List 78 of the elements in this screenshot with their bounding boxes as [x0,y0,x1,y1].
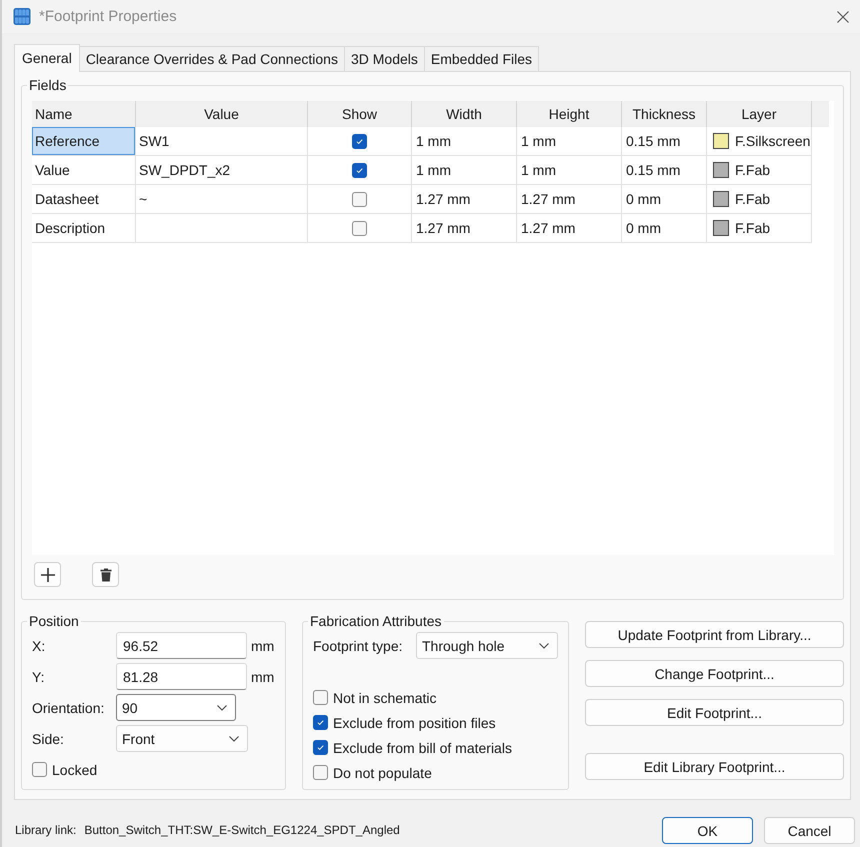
chip-icon [13,8,31,25]
table-cell: SW_DPDT_x2 [136,156,308,185]
checkbox[interactable] [352,192,367,206]
text-field[interactable]: 81.28 [116,663,247,690]
field-label: Footprint type: [313,638,404,654]
column-header[interactable]: Value [136,101,308,127]
unit-label: mm [251,638,274,654]
add-button[interactable] [34,562,61,587]
table-cell: Datasheet [32,185,136,214]
checkbox[interactable] [352,220,367,236]
combo-box[interactable]: 90 [116,694,236,721]
checkbox[interactable] [32,762,47,777]
window-title: *Footprint Properties [39,8,177,25]
table-cell: Reference [32,127,136,156]
table-cell: ~ [136,185,308,214]
table-cell: 1.27 mm [412,185,517,214]
table-cell: 1 mm [412,156,517,185]
checkbox-label: Exclude from bill of materials [333,740,512,756]
chevron-down-icon [539,642,549,648]
action-button[interactable]: Update Footprint from Library... [585,621,844,648]
text-field[interactable]: 96.52 [116,632,247,659]
checkbox[interactable] [313,740,328,755]
trash-icon [100,568,112,582]
dialog-button[interactable]: OK [662,817,753,844]
checkbox-label: Exclude from position files [333,714,496,730]
layer-label: F.Silkscreen [735,132,810,151]
chevron-down-icon [217,704,227,710]
table-cell: SW1 [136,127,308,156]
table-cell: 0.15 mm [622,156,707,185]
field-label: Side: [32,730,65,746]
table-cell: 1.27 mm [517,185,622,214]
checkbox[interactable] [352,134,367,148]
layer-label: F.Fab [735,219,770,238]
column-header[interactable]: Thickness [622,101,707,127]
plus-icon [40,568,54,582]
checkbox-label: Locked [52,762,98,778]
dropdown[interactable]: Through hole [416,632,558,659]
checkbox[interactable] [313,765,328,780]
close-icon[interactable] [837,10,849,22]
checkbox-label: Not in schematic [333,690,436,706]
field-label: X: [32,638,46,654]
layer-label: F.Fab [735,190,770,209]
table-cell: 1.27 mm [517,214,622,243]
action-button[interactable]: Edit Library Footprint... [585,753,844,780]
field-label: Orientation: [32,700,106,716]
column-header[interactable]: Show [308,101,412,127]
checkbox-label: Do not populate [333,764,432,780]
table-cell: 1 mm [517,127,622,156]
table-cell: Description [32,214,136,243]
table-cell: 0.15 mm [622,127,707,156]
group-title: Fields [28,77,68,93]
tab[interactable]: Embedded Files [424,46,540,71]
checkbox[interactable] [313,715,328,730]
table-cell: 0 mm [622,185,707,214]
table-cell: 0 mm [622,214,707,243]
table-cell: 1 mm [412,127,517,156]
chevron-down-icon [229,736,239,742]
column-header[interactable]: Height [517,101,622,127]
field-label: Y: [32,668,46,684]
table-cell: Value [32,156,136,185]
checkbox[interactable] [352,162,367,178]
layer-label: F.Fab [735,161,770,180]
table-cell: 1 mm [517,156,622,185]
column-header[interactable]: Width [412,101,517,127]
unit-label: mm [251,668,274,684]
column-header[interactable]: Layer [707,101,812,127]
group-title: Position [28,613,80,629]
dialog-button[interactable]: Cancel [764,817,855,844]
checkbox[interactable] [313,690,328,705]
library-link-value: Button_Switch_THT:SW_E-Switch_EG1224_SPDT_Angled [84,822,400,839]
dropdown[interactable]: Front [116,725,248,752]
table-cell: 1.27 mm [412,214,517,243]
action-button[interactable]: Edit Footprint... [585,699,844,726]
library-link-label: Library link: [15,822,76,839]
action-button[interactable]: Change Footprint... [585,660,844,687]
group-title: Fabrication Attributes [309,613,443,629]
tab[interactable]: General [14,44,80,72]
delete-button[interactable] [92,562,119,587]
